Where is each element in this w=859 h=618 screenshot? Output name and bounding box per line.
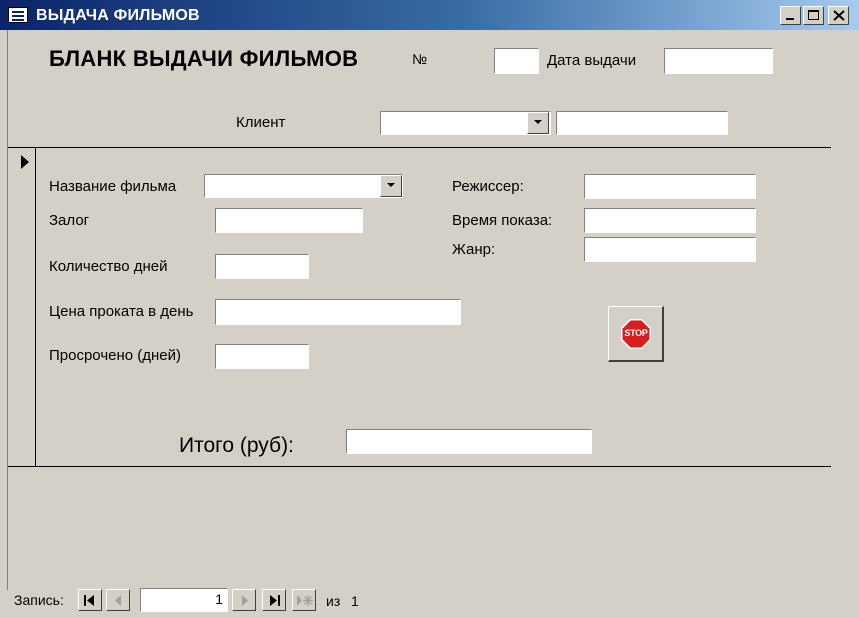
overdue-label: Просрочено (дней) (49, 347, 182, 364)
client-label: Клиент (236, 114, 286, 131)
record-number-field[interactable]: 1 (140, 588, 228, 612)
film-name-dropdown-button[interactable] (380, 175, 402, 197)
record-total: 1 (351, 593, 359, 609)
form-left-edge (7, 30, 8, 590)
total-field[interactable] (346, 429, 592, 454)
deposit-label: Залог (49, 212, 90, 229)
record-of-label: из (326, 593, 341, 609)
price-label: Цена проката в день (49, 303, 194, 320)
next-record-button[interactable] (232, 589, 256, 611)
minimize-icon (786, 18, 794, 20)
director-label: Режиссер: (452, 178, 524, 195)
chevron-down-icon (534, 120, 542, 124)
chevron-down-icon (387, 183, 395, 187)
director-field[interactable] (584, 174, 756, 199)
price-field[interactable] (215, 299, 461, 325)
form-icon (8, 7, 28, 23)
detail-top-border (8, 147, 831, 148)
previous-record-button[interactable] (106, 589, 130, 611)
form-heading: БЛАНК ВЫДАЧИ ФИЛЬМОВ (49, 46, 359, 71)
genre-label: Жанр: (452, 241, 496, 258)
show-time-field[interactable] (584, 208, 756, 233)
last-record-icon (270, 595, 280, 606)
minimize-button[interactable] (780, 6, 801, 25)
overdue-field[interactable] (215, 344, 309, 369)
close-icon (833, 10, 845, 21)
client-info-field[interactable] (556, 111, 728, 135)
show-time-label: Время показа: (452, 212, 553, 229)
new-record-icon (297, 595, 313, 606)
days-field[interactable] (215, 254, 309, 279)
current-record-arrow-icon (21, 155, 29, 169)
window-title: ВЫДАЧА ФИЛЬМОВ (36, 7, 200, 24)
genre-field[interactable] (584, 237, 756, 262)
record-selector-divider (35, 147, 36, 466)
last-record-button[interactable] (262, 589, 286, 611)
deposit-field[interactable] (215, 208, 363, 233)
number-label: № (412, 51, 428, 67)
film-name-combobox[interactable] (204, 174, 403, 198)
title-bar[interactable]: ВЫДАЧА ФИЛЬМОВ (0, 0, 859, 30)
number-field[interactable] (494, 48, 539, 74)
film-name-label: Название фильма (49, 178, 177, 195)
form-window: ВЫДАЧА ФИЛЬМОВ БЛАНК ВЫДАЧИ ФИЛЬМОВ № Да… (0, 0, 859, 618)
issue-date-field[interactable] (664, 48, 773, 74)
record-label: Запись: (14, 592, 64, 608)
new-record-button[interactable] (292, 589, 316, 611)
previous-record-icon (115, 595, 121, 606)
next-record-icon (242, 595, 248, 606)
maximize-icon (808, 10, 819, 20)
stop-text: STOP (624, 328, 648, 338)
first-record-button[interactable] (78, 589, 102, 611)
client-combobox[interactable] (380, 111, 551, 135)
record-selector[interactable] (10, 150, 34, 174)
days-label: Количество дней (49, 258, 168, 275)
close-button[interactable] (828, 6, 849, 25)
total-label: Итого (руб): (179, 434, 294, 457)
issue-date-label: Дата выдачи (547, 52, 637, 69)
client-dropdown-button[interactable] (527, 112, 549, 134)
maximize-button[interactable] (803, 6, 824, 25)
first-record-icon (84, 595, 94, 606)
detail-bottom-border (8, 466, 831, 467)
stop-button[interactable]: STOP (608, 306, 664, 362)
